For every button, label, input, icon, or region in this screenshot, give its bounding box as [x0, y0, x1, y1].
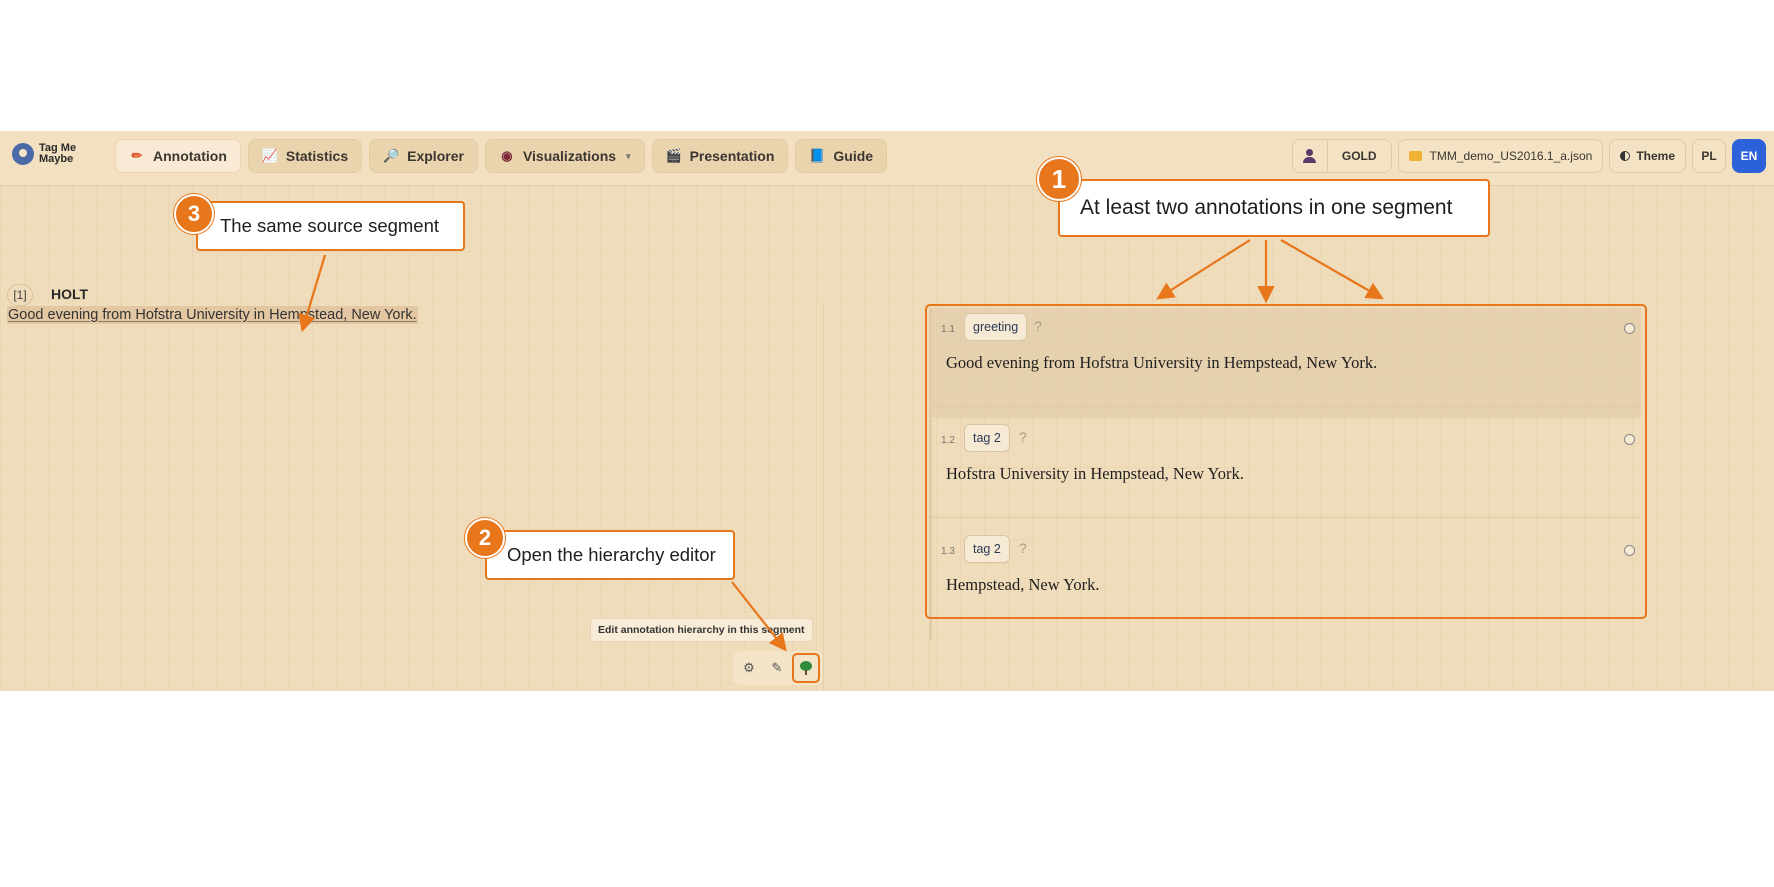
arrow — [1156, 239, 1251, 300]
callout-arrows — [298, 239, 1384, 652]
callout-text: The same source segment — [220, 215, 440, 236]
callout-badge-3: 3 — [174, 194, 214, 234]
callout-3: The same source segment — [196, 201, 465, 251]
callout-badge-2: 2 — [465, 518, 505, 558]
callout-2: Open the hierarchy editor — [485, 530, 735, 580]
callout-text: Open the hierarchy editor — [507, 544, 716, 565]
arrow — [731, 581, 787, 652]
arrow — [298, 254, 327, 333]
callout-badge-1: 1 — [1037, 157, 1081, 201]
callout-text: At least two annotations in one segment — [1080, 196, 1453, 219]
arrow — [1280, 239, 1384, 300]
callout-1: At least two annotations in one segment — [1058, 179, 1490, 237]
